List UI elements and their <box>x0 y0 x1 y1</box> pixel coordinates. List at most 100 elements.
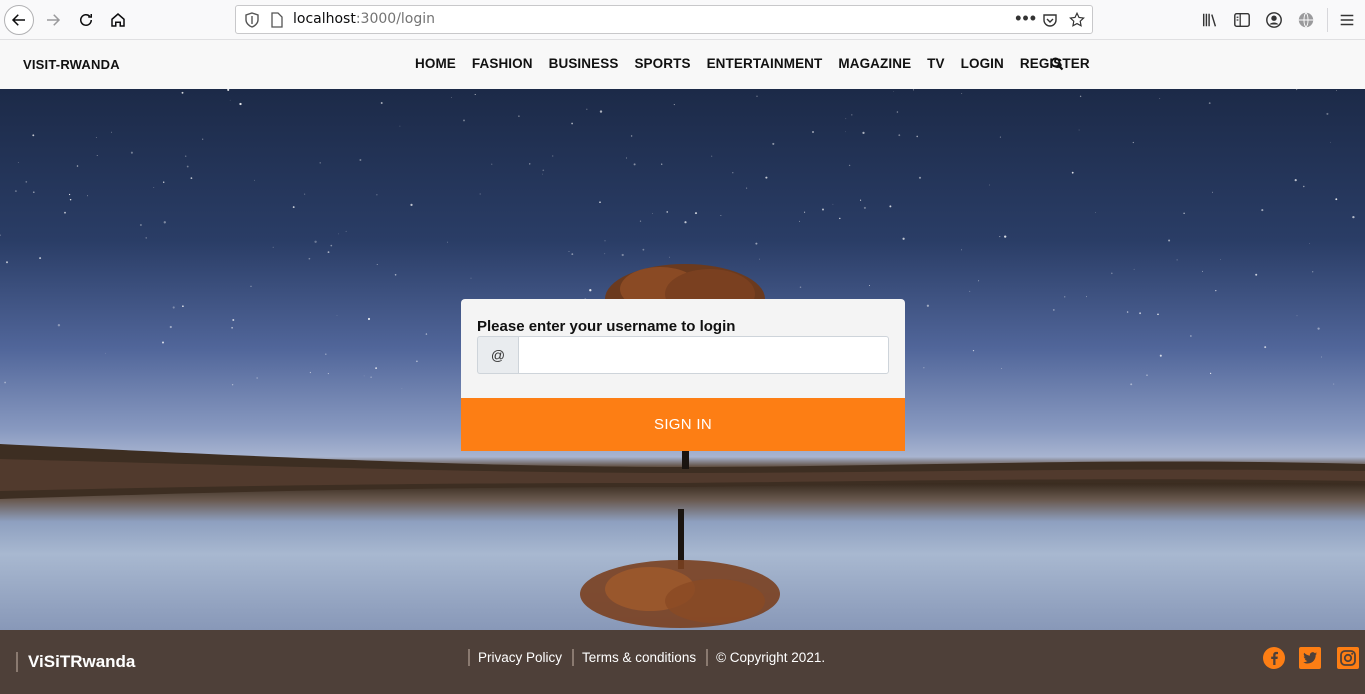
star <box>799 286 802 289</box>
star-icon[interactable] <box>1068 11 1086 29</box>
star <box>673 104 675 106</box>
star <box>153 187 155 188</box>
extension-button[interactable] <box>1296 10 1316 30</box>
menu-button[interactable] <box>1337 10 1357 30</box>
account-button[interactable] <box>1264 10 1284 30</box>
star <box>1296 89 1298 91</box>
sidebar-button[interactable] <box>1232 10 1252 30</box>
star <box>14 190 17 193</box>
forward-button[interactable] <box>38 5 68 35</box>
star <box>630 135 633 137</box>
star <box>304 193 306 195</box>
star <box>848 164 851 167</box>
star <box>1095 212 1096 213</box>
login-card: Please enter your username to login @ SI… <box>461 299 905 451</box>
star <box>96 155 98 156</box>
star <box>1001 368 1002 369</box>
browser-toolbar: localhost:3000/login ••• <box>0 0 1365 40</box>
star <box>589 289 592 292</box>
star <box>1126 311 1129 313</box>
pocket-icon[interactable] <box>1042 12 1058 28</box>
username-input[interactable] <box>518 336 889 374</box>
back-button[interactable] <box>4 5 34 35</box>
star <box>1168 239 1171 242</box>
star <box>479 193 481 195</box>
instagram-icon[interactable] <box>1336 646 1360 670</box>
star <box>1159 354 1162 357</box>
nav-link-sports[interactable]: SPORTS <box>634 56 690 71</box>
site-brand[interactable]: VISIT-RWANDA <box>23 57 120 72</box>
sign-in-button[interactable]: SIGN IN <box>461 398 905 451</box>
star <box>359 159 362 161</box>
star <box>599 201 601 203</box>
star <box>1215 289 1217 292</box>
star <box>95 137 97 138</box>
star <box>694 212 698 215</box>
star <box>1208 102 1211 104</box>
arrow-left-icon <box>11 14 25 26</box>
arrow-right-icon <box>47 14 61 26</box>
star <box>1159 97 1161 99</box>
star <box>832 203 834 205</box>
home-icon <box>111 13 125 27</box>
star <box>999 236 1001 238</box>
nav-link-fashion[interactable]: FASHION <box>472 56 533 71</box>
library-icon <box>1202 13 1217 27</box>
terms-link[interactable]: Terms & conditions <box>572 649 706 666</box>
star <box>163 221 166 224</box>
url-bar[interactable]: localhost:3000/login ••• <box>235 5 1093 34</box>
star <box>0 234 1 236</box>
library-button[interactable] <box>1200 10 1220 30</box>
url-text[interactable]: localhost:3000/login <box>293 11 435 27</box>
nav-link-home[interactable]: HOME <box>415 56 456 71</box>
search-icon[interactable] <box>1050 57 1064 71</box>
star <box>732 172 734 174</box>
toolbar-separator <box>1327 8 1328 32</box>
star <box>1133 268 1135 270</box>
star <box>542 169 545 172</box>
twitter-icon[interactable] <box>1298 646 1322 670</box>
star <box>642 248 645 251</box>
star <box>4 381 6 384</box>
nav-links: HOME FASHION BUSINESS SPORTS ENTERTAINME… <box>415 56 1106 71</box>
star <box>370 376 372 378</box>
star <box>863 206 866 209</box>
star <box>1294 179 1297 182</box>
star <box>1078 129 1080 131</box>
privacy-policy-link[interactable]: Privacy Policy <box>468 649 572 666</box>
star <box>161 341 165 344</box>
star <box>186 165 189 168</box>
home-button[interactable] <box>103 5 133 35</box>
star <box>862 131 865 135</box>
star <box>1052 308 1055 311</box>
nav-link-login[interactable]: LOGIN <box>961 56 1004 71</box>
star <box>314 240 317 243</box>
star <box>463 119 465 122</box>
star <box>111 131 112 133</box>
page-actions-button[interactable]: ••• <box>1015 8 1037 29</box>
star <box>1220 259 1221 260</box>
nav-link-business[interactable]: BUSINESS <box>549 56 619 71</box>
star <box>491 163 493 165</box>
star <box>720 215 722 216</box>
star <box>327 373 329 375</box>
star <box>239 102 242 106</box>
star <box>902 237 905 240</box>
shield-icon[interactable] <box>244 12 260 28</box>
star <box>1209 372 1212 375</box>
star <box>1064 296 1066 298</box>
facebook-icon[interactable] <box>1262 646 1286 670</box>
star <box>912 89 914 91</box>
star <box>822 208 824 211</box>
star <box>529 163 531 165</box>
footer-brand[interactable]: ViSiTRwanda <box>16 652 135 672</box>
nav-link-entertainment[interactable]: ENTERTAINMENT <box>707 56 823 71</box>
sidebar-icon <box>1234 12 1250 28</box>
star <box>1132 141 1134 144</box>
star <box>363 375 365 377</box>
star <box>669 256 670 258</box>
nav-link-magazine[interactable]: MAGAZINE <box>838 56 911 71</box>
star <box>309 371 312 374</box>
nav-link-tv[interactable]: TV <box>927 56 944 71</box>
reload-button[interactable] <box>71 5 101 35</box>
